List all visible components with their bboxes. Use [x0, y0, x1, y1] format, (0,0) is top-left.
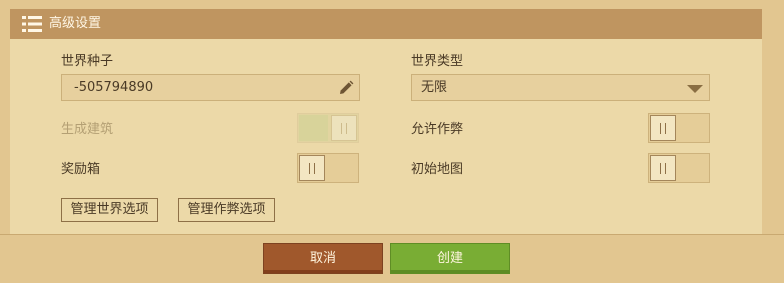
cancel-button[interactable]: 取消: [263, 243, 383, 274]
seed-input[interactable]: -505794890: [61, 74, 360, 101]
toggle-knob: [299, 155, 325, 181]
chevron-down-icon: [687, 85, 703, 93]
toggle-knob: [331, 115, 357, 141]
advanced-settings-panel: 高级设置 世界种子 -505794890 世界类型 无限 生成建筑 允许作弊 奖…: [10, 9, 762, 234]
pencil-icon[interactable]: [338, 80, 354, 96]
world-type-dropdown[interactable]: 无限: [411, 74, 710, 101]
panel-title: 高级设置: [49, 16, 102, 31]
generate-structures-toggle[interactable]: [297, 113, 359, 143]
footer-divider: [0, 234, 784, 235]
generate-structures-label: 生成建筑: [61, 122, 114, 137]
bonus-chest-toggle[interactable]: [297, 153, 359, 183]
list-settings-icon: [22, 16, 42, 32]
allow-cheats-toggle[interactable]: [648, 113, 710, 143]
panel-header: 高级设置: [10, 9, 762, 39]
create-button[interactable]: 创建: [390, 243, 510, 274]
bonus-chest-label: 奖励箱: [61, 162, 101, 177]
toggle-knob: [650, 115, 676, 141]
toggle-fill: [299, 115, 328, 141]
seed-value: -505794890: [74, 80, 154, 95]
starting-map-toggle[interactable]: [648, 153, 710, 183]
allow-cheats-label: 允许作弊: [411, 122, 464, 137]
manage-world-options-button[interactable]: 管理世界选项: [61, 198, 158, 222]
world-type-value: 无限: [421, 80, 448, 95]
manage-cheat-options-button[interactable]: 管理作弊选项: [178, 198, 275, 222]
seed-label: 世界种子: [61, 54, 114, 69]
starting-map-label: 初始地图: [411, 162, 464, 177]
world-type-label: 世界类型: [411, 54, 464, 69]
toggle-knob: [650, 155, 676, 181]
